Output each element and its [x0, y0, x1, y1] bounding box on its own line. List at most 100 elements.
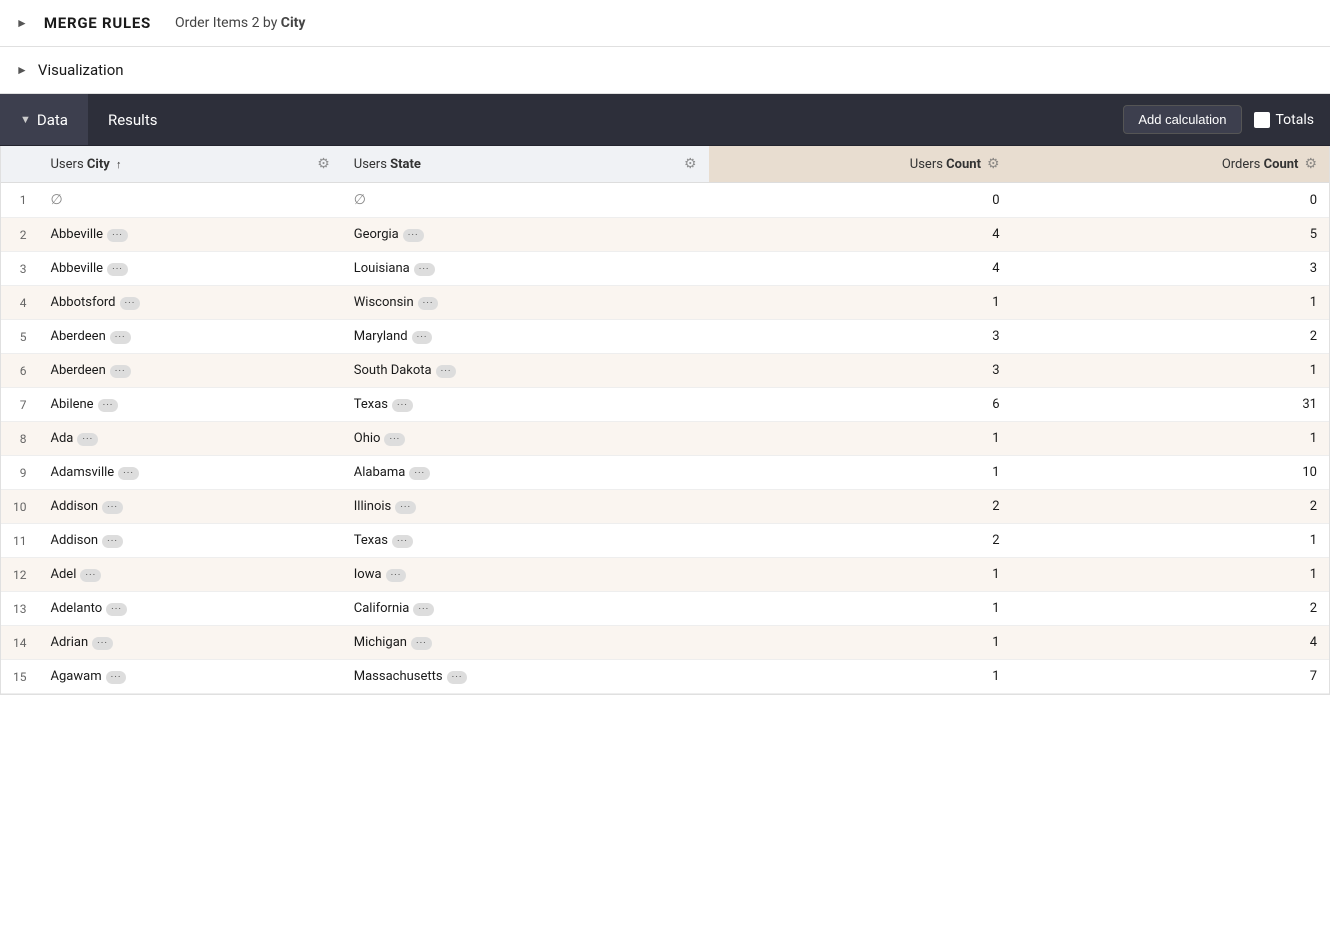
totals-label: Totals: [1276, 112, 1315, 128]
add-calculation-button[interactable]: Add calculation: [1123, 105, 1241, 134]
totals-container: Totals: [1254, 112, 1315, 128]
tag-dots[interactable]: ···: [110, 331, 131, 344]
cell-city: Aberdeen···: [39, 320, 342, 354]
cell-city: Addison···: [39, 490, 342, 524]
row-number: 7: [1, 388, 39, 422]
table-row: 14Adrian···Michigan···14: [1, 626, 1329, 660]
cell-state: Louisiana···: [342, 252, 709, 286]
tag-dots[interactable]: ···: [386, 569, 407, 582]
data-toolbar: ▼ Data Results Add calculation Totals: [0, 94, 1330, 146]
col-orderscount-gear-icon[interactable]: ⚙: [1304, 156, 1317, 172]
tag-dots[interactable]: ···: [392, 399, 413, 412]
table-row: 15Agawam···Massachusetts···17: [1, 660, 1329, 694]
tag-dots[interactable]: ···: [413, 603, 434, 616]
visualization-toggle-icon[interactable]: ►: [16, 63, 28, 77]
col-city-gear-icon[interactable]: ⚙: [317, 156, 330, 172]
table-row: 10Addison···Illinois···22: [1, 490, 1329, 524]
row-number: 2: [1, 218, 39, 252]
tab-data-arrow: ▼: [20, 113, 31, 126]
tab-data[interactable]: ▼ Data: [0, 94, 88, 145]
tag-dots[interactable]: ···: [414, 263, 435, 276]
tag-dots[interactable]: ···: [80, 569, 101, 582]
col-header-city[interactable]: Users City ↑ ⚙: [39, 146, 342, 183]
cell-users-count: 1: [709, 626, 1012, 660]
visualization-bar: ► Visualization: [0, 47, 1330, 94]
cell-state: Georgia···: [342, 218, 709, 252]
col-header-state[interactable]: Users State ⚙: [342, 146, 709, 183]
tag-dots[interactable]: ···: [106, 603, 127, 616]
tag-dots[interactable]: ···: [436, 365, 457, 378]
col-header-orders-count[interactable]: Orders Count ⚙: [1012, 146, 1329, 183]
tab-results-label: Results: [108, 111, 158, 129]
tag-dots[interactable]: ···: [395, 501, 416, 514]
visualization-label: Visualization: [38, 61, 124, 79]
cell-orders-count: 10: [1012, 456, 1329, 490]
cell-orders-count: 2: [1012, 490, 1329, 524]
null-symbol: ∅: [51, 192, 63, 208]
merge-rules-toggle-icon[interactable]: ►: [16, 16, 28, 30]
row-number: 1: [1, 183, 39, 218]
tag-dots[interactable]: ···: [92, 637, 113, 650]
tab-results[interactable]: Results: [88, 94, 178, 145]
tag-dots[interactable]: ···: [107, 263, 128, 276]
tag-dots[interactable]: ···: [102, 501, 123, 514]
cell-users-count: 1: [709, 660, 1012, 694]
tag-dots[interactable]: ···: [107, 229, 128, 242]
cell-orders-count: 1: [1012, 524, 1329, 558]
tag-dots[interactable]: ···: [409, 467, 430, 480]
cell-users-count: 1: [709, 286, 1012, 320]
tag-dots[interactable]: ···: [418, 297, 439, 310]
totals-checkbox[interactable]: [1254, 112, 1270, 128]
data-table: Users City ↑ ⚙ Users State ⚙ Users Count…: [1, 146, 1329, 694]
cell-state: California···: [342, 592, 709, 626]
row-number: 6: [1, 354, 39, 388]
cell-users-count: 1: [709, 558, 1012, 592]
row-number: 15: [1, 660, 39, 694]
null-symbol: ∅: [354, 192, 366, 208]
tag-dots[interactable]: ···: [110, 365, 131, 378]
row-number: 9: [1, 456, 39, 490]
row-number: 4: [1, 286, 39, 320]
tag-dots[interactable]: ···: [102, 535, 123, 548]
table-row: 1∅∅00: [1, 183, 1329, 218]
row-number: 11: [1, 524, 39, 558]
cell-orders-count: 1: [1012, 286, 1329, 320]
cell-users-count: 4: [709, 218, 1012, 252]
tag-dots[interactable]: ···: [384, 433, 405, 446]
col-userscount-gear-icon[interactable]: ⚙: [987, 156, 1000, 172]
col-state-gear-icon[interactable]: ⚙: [684, 156, 697, 172]
tag-dots[interactable]: ···: [120, 297, 141, 310]
cell-state: Michigan···: [342, 626, 709, 660]
tab-data-label: Data: [37, 111, 68, 129]
tag-dots[interactable]: ···: [77, 433, 98, 446]
cell-users-count: 6: [709, 388, 1012, 422]
cell-users-count: 2: [709, 524, 1012, 558]
row-number: 3: [1, 252, 39, 286]
tag-dots[interactable]: ···: [98, 399, 119, 412]
cell-city: Abbeville···: [39, 252, 342, 286]
cell-orders-count: 2: [1012, 592, 1329, 626]
tag-dots[interactable]: ···: [118, 467, 139, 480]
col-header-users-count[interactable]: Users Count ⚙: [709, 146, 1012, 183]
row-number: 8: [1, 422, 39, 456]
tag-dots[interactable]: ···: [106, 671, 127, 684]
cell-state: Maryland···: [342, 320, 709, 354]
table-row: 12Adel···Iowa···11: [1, 558, 1329, 592]
table-row: 5Aberdeen···Maryland···32: [1, 320, 1329, 354]
cell-state: Massachusetts···: [342, 660, 709, 694]
cell-users-count: 0: [709, 183, 1012, 218]
table-row: 3Abbeville···Louisiana···43: [1, 252, 1329, 286]
table-row: 7Abilene···Texas···631: [1, 388, 1329, 422]
tag-dots[interactable]: ···: [392, 535, 413, 548]
cell-state: Illinois···: [342, 490, 709, 524]
tag-dots[interactable]: ···: [412, 331, 433, 344]
cell-users-count: 4: [709, 252, 1012, 286]
tag-dots[interactable]: ···: [411, 637, 432, 650]
cell-state: South Dakota···: [342, 354, 709, 388]
tag-dots[interactable]: ···: [403, 229, 424, 242]
cell-state: Alabama···: [342, 456, 709, 490]
cell-city: Adamsville···: [39, 456, 342, 490]
tag-dots[interactable]: ···: [447, 671, 468, 684]
col-header-rownum: [1, 146, 39, 183]
cell-orders-count: 1: [1012, 422, 1329, 456]
